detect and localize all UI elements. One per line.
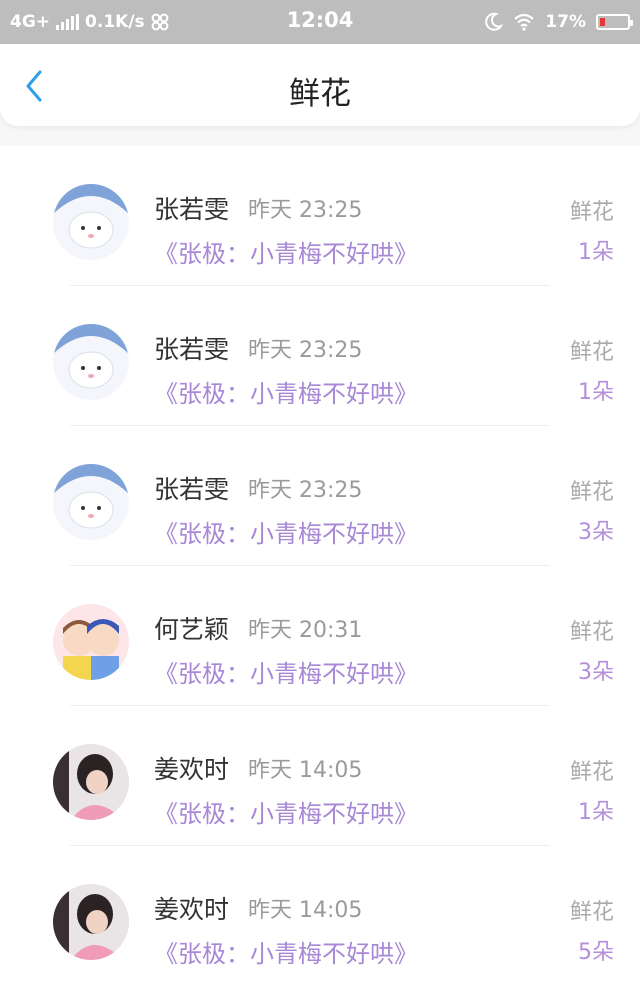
gift-count: 5朵 xyxy=(578,940,614,965)
send-time: 昨天 23:25 xyxy=(248,198,363,223)
page-title: 鲜花 xyxy=(289,76,351,112)
work-title[interactable]: 《张极：小青梅不好哄》 xyxy=(154,514,418,549)
list-item[interactable]: 张若雯 昨天 23:25 《张极：小青梅不好哄》 鲜花 1朵 xyxy=(0,286,640,426)
avatar[interactable] xyxy=(53,184,129,260)
sender-name: 何艺颖 xyxy=(154,615,230,644)
work-title[interactable]: 《张极：小青梅不好哄》 xyxy=(154,654,418,689)
battery-percent: 17% xyxy=(545,12,586,32)
work-title[interactable]: 《张极：小青梅不好哄》 xyxy=(154,934,418,969)
avatar[interactable] xyxy=(53,884,129,960)
send-time: 昨天 14:05 xyxy=(248,758,363,783)
work-title[interactable]: 《张极：小青梅不好哄》 xyxy=(154,234,418,269)
gift-count: 1朵 xyxy=(578,240,614,265)
status-right: 17% xyxy=(483,10,633,34)
gift-type: 鲜花 xyxy=(569,620,614,645)
list-item[interactable]: 张若雯 昨天 23:25 《张极：小青梅不好哄》 鲜花 3朵 xyxy=(0,426,640,566)
gift-count: 1朵 xyxy=(578,380,614,405)
list-item[interactable]: 张若雯 昨天 23:25 《张极：小青梅不好哄》 鲜花 1朵 xyxy=(0,146,640,286)
sender-name: 张若雯 xyxy=(154,335,230,364)
gift-type: 鲜花 xyxy=(569,340,614,365)
gift-count: 3朵 xyxy=(578,520,614,545)
battery-icon xyxy=(596,14,633,30)
send-time: 昨天 23:25 xyxy=(248,338,363,363)
flower-record-list: 张若雯 昨天 23:25 《张极：小青梅不好哄》 鲜花 1朵 张若雯 昨天 23… xyxy=(0,146,640,992)
gift-count: 3朵 xyxy=(578,660,614,685)
gift-type: 鲜花 xyxy=(569,900,614,925)
wifi-icon xyxy=(514,13,535,31)
sender-name: 张若雯 xyxy=(154,195,230,224)
moon-icon xyxy=(485,12,504,31)
avatar[interactable] xyxy=(53,604,129,680)
work-title[interactable]: 《张极：小青梅不好哄》 xyxy=(154,374,418,409)
avatar[interactable] xyxy=(53,464,129,540)
list-item[interactable]: 何艺颖 昨天 20:31 《张极：小青梅不好哄》 鲜花 3朵 xyxy=(0,566,640,706)
list-item[interactable]: 姜欢时 昨天 14:05 《张极：小青梅不好哄》 鲜花 1朵 xyxy=(0,706,640,846)
gift-type: 鲜花 xyxy=(569,760,614,785)
list-item[interactable]: 姜欢时 昨天 14:05 《张极：小青梅不好哄》 鲜花 5朵 xyxy=(0,846,640,986)
avatar[interactable] xyxy=(53,744,129,820)
sender-name: 姜欢时 xyxy=(154,755,230,784)
sender-name: 张若雯 xyxy=(154,475,230,504)
gift-type: 鲜花 xyxy=(569,200,614,225)
send-time: 昨天 23:25 xyxy=(248,478,363,503)
work-title[interactable]: 《张极：小青梅不好哄》 xyxy=(154,794,418,829)
avatar[interactable] xyxy=(53,324,129,400)
gift-type: 鲜花 xyxy=(569,480,614,505)
sender-name: 姜欢时 xyxy=(154,895,230,924)
send-time: 昨天 14:05 xyxy=(248,898,363,923)
send-time: 昨天 20:31 xyxy=(248,618,363,643)
status-bar: 4G+ 0.1K/s 12:04 17% xyxy=(0,0,640,44)
nav-bar: 鲜花 xyxy=(0,44,640,126)
gift-count: 1朵 xyxy=(578,800,614,825)
